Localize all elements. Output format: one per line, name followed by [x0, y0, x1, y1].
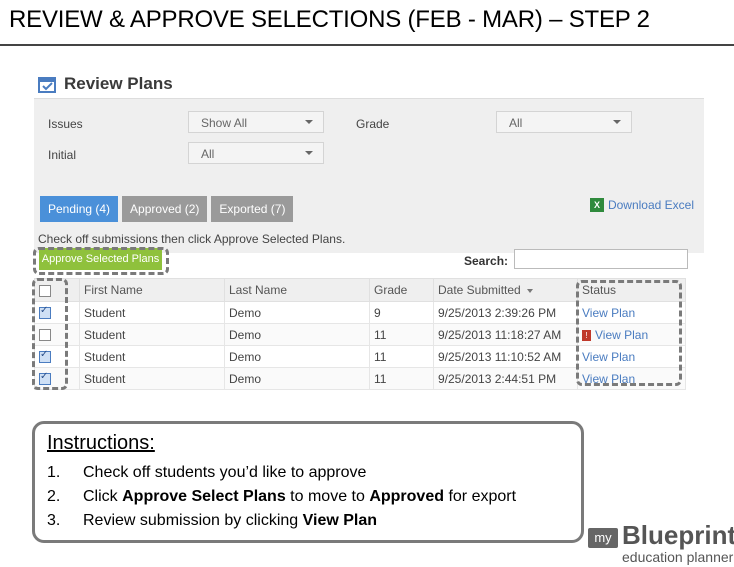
last-name-cell: Demo [224, 345, 370, 368]
instruction-text: to move to [285, 488, 370, 505]
first-name-cell: Student [79, 301, 225, 324]
initial-select[interactable]: All [188, 142, 324, 164]
instruction-text: Click [83, 488, 123, 505]
column-header-date-submitted[interactable]: Date Submitted [433, 278, 578, 302]
tab-approved[interactable]: Approved (2) [122, 196, 208, 222]
excel-icon: X [589, 198, 604, 212]
instruction-item: 2. Click Approve Select Plans to move to … [47, 485, 569, 509]
grade-select[interactable]: All [496, 111, 632, 133]
tab-exported[interactable]: Exported (7) [211, 196, 294, 222]
sort-desc-icon [526, 288, 533, 293]
issues-label: Issues [48, 117, 83, 131]
grade-cell: 11 [369, 323, 434, 346]
grade-select-value: All [509, 116, 523, 130]
approve-button-highlight [33, 247, 169, 275]
instruction-hint: Check off submissions then click Approve… [38, 232, 346, 246]
logo-tagline: education planner [622, 549, 734, 565]
app-header: Review Plans [38, 72, 173, 96]
instructions-title: Instructions: [47, 432, 155, 454]
last-name-cell: Demo [224, 301, 370, 324]
instruction-emphasis: Approve Select Plans [122, 488, 286, 505]
first-name-cell: Student [79, 345, 225, 368]
myblueprint-logo: my Blueprint education planner [588, 520, 734, 567]
instruction-number: 1. [47, 464, 61, 481]
grade-cell: 11 [369, 345, 434, 368]
date-cell: 9/25/2013 11:18:27 AM [433, 323, 578, 346]
issues-select[interactable]: Show All [188, 111, 324, 133]
column-header-last-name[interactable]: Last Name [224, 278, 370, 302]
checkbox-column-highlight [32, 278, 68, 390]
download-excel-link[interactable]: X Download Excel [589, 198, 694, 212]
column-header-first-name[interactable]: First Name [79, 278, 225, 302]
download-excel-label: Download Excel [607, 198, 694, 212]
instruction-text: Review submission by clicking [83, 512, 303, 529]
instruction-number: 2. [47, 488, 61, 505]
status-tabs: Pending (4) Approved (2) Exported (7) [40, 196, 294, 222]
first-name-cell: Student [79, 367, 225, 390]
date-submitted-label: Date Submitted [438, 283, 521, 297]
first-name-cell: Student [79, 323, 225, 346]
chevron-down-icon [305, 151, 313, 155]
initial-label: Initial [48, 148, 77, 162]
instruction-emphasis: View Plan [302, 512, 378, 529]
instruction-text: for export [444, 488, 517, 505]
date-cell: 9/25/2013 2:39:26 PM [433, 301, 578, 324]
search-label: Search: [464, 254, 509, 268]
last-name-cell: Demo [224, 367, 370, 390]
tab-pending[interactable]: Pending (4) [40, 196, 119, 222]
grade-cell: 11 [369, 367, 434, 390]
chevron-down-icon [613, 120, 621, 124]
grade-label: Grade [356, 117, 390, 131]
slide-title: REVIEW & APPROVE SELECTIONS (FEB - MAR) … [9, 6, 650, 33]
filter-panel: Issues Show All Grade All Initial All [34, 98, 704, 253]
page-title: Review Plans [64, 74, 173, 93]
chevron-down-icon [305, 120, 313, 124]
calendar-check-icon [38, 77, 56, 93]
grade-cell: 9 [369, 301, 434, 324]
search-input[interactable] [514, 249, 688, 269]
instruction-item: 1. Check off students you’d like to appro… [47, 461, 569, 485]
instructions-box: Instructions: 1. Check off students you’d… [32, 421, 584, 543]
title-divider [0, 44, 734, 46]
logo-brand: Blueprint [622, 520, 734, 550]
date-cell: 9/25/2013 11:10:52 AM [433, 345, 578, 368]
column-header-grade[interactable]: Grade [369, 278, 434, 302]
instruction-number: 3. [47, 512, 61, 529]
status-column-highlight [576, 280, 682, 386]
last-name-cell: Demo [224, 323, 370, 346]
instruction-text: Check off students you’d like to approve [83, 464, 367, 481]
instruction-item: 3. Review submission by clicking View Pla… [47, 509, 569, 533]
issues-select-value: Show All [201, 116, 248, 130]
initial-select-value: All [201, 147, 215, 161]
logo-my: my [588, 528, 618, 548]
date-cell: 9/25/2013 2:44:51 PM [433, 367, 578, 390]
instruction-emphasis: Approved [369, 488, 444, 505]
instructions-list: 1. Check off students you’d like to appro… [47, 461, 569, 533]
